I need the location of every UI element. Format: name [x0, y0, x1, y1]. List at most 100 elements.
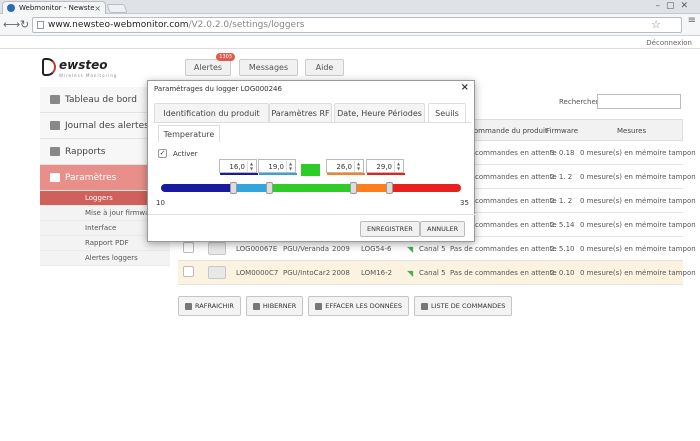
reload-icon[interactable]: ↻ — [20, 18, 29, 31]
nav-messages[interactable]: Messages — [239, 59, 298, 76]
hibernate-icon — [252, 302, 260, 310]
row-mesures: 0 mesure(s) en mémoire tampon — [580, 173, 696, 181]
save-label: ENREGISTRER — [367, 225, 413, 233]
header-divider — [0, 48, 700, 49]
logo-subtitle: Wireless Monitoring — [59, 73, 118, 78]
row-mesures: 0 mesure(s) en mémoire tampon — [580, 269, 696, 277]
home-icon — [50, 95, 60, 104]
tab-identification[interactable]: Identification du produit — [154, 103, 269, 122]
signal-icon: ◥ — [407, 269, 414, 278]
clear-data-button[interactable]: EFFACER LES DONNÉES — [308, 296, 409, 316]
refresh-button[interactable]: RAFRAICHIR — [178, 296, 241, 316]
slider-handle[interactable] — [229, 182, 237, 194]
row-firmware: 2. 1. 2 — [550, 197, 573, 205]
row-checkbox[interactable] — [183, 266, 194, 277]
slider-handle[interactable] — [349, 182, 357, 194]
browser-tab[interactable]: Webmonitor - Newsteo × — [2, 1, 106, 14]
row-model: LOM16-2 — [361, 269, 393, 277]
row-commande: Pas de commandes en attente — [450, 269, 557, 277]
logger-settings-dialog: Paramétrages du logger LOG000246 × Ident… — [147, 80, 476, 242]
tab-date-time[interactable]: Date, Heure Périodes — [334, 103, 425, 122]
row-firmware: 2. 1. 2 — [550, 173, 573, 181]
tab-label: Seuils — [435, 109, 459, 118]
subtab-label: Temperature — [163, 129, 215, 139]
url-host: www.newsteo-webmonitor.com — [48, 20, 189, 30]
row-commande: Pas de commandes en attente — [450, 245, 557, 253]
slider-segment-high — [353, 184, 389, 192]
threshold-color-bar — [259, 173, 297, 175]
cancel-button[interactable]: ANNULER — [420, 221, 466, 237]
action-bar: RAFRAICHIR HIBERNER EFFACER LES DONNÉES … — [178, 296, 513, 316]
ok-range-swatch — [301, 164, 320, 176]
tab-rf-settings[interactable]: Paramètres RF — [269, 103, 332, 122]
threshold-low-low-input[interactable]: 16,0 ▲ ▼ — [219, 159, 258, 175]
newsteo-logo[interactable]: ewsteo Wireless Monitoring — [42, 58, 116, 78]
row-mesures: 0 mesure(s) en mémoire tampon — [580, 245, 696, 253]
bell-icon — [50, 121, 60, 130]
nav-alertes[interactable]: Alertes 1303 — [185, 53, 235, 76]
forward-icon[interactable]: → — [11, 18, 20, 31]
row-id: LOM0000C7 — [236, 269, 279, 277]
spinner-arrows-icon[interactable]: ▲ ▼ — [286, 161, 294, 172]
row-name: PGU/Veranda — [283, 245, 330, 253]
spinner-arrows-icon[interactable]: ▲ ▼ — [354, 161, 362, 172]
subtab-temperature[interactable]: Temperature — [158, 125, 220, 142]
search-label: Rechercher: — [559, 98, 601, 106]
close-icon[interactable]: × — [461, 82, 469, 93]
table-row[interactable]: LOM0000C7 PGU/IntoCar2 2008 LOM16-2 ◥ Ca… — [178, 261, 696, 285]
sidebar-item-label: Paramètres — [65, 172, 117, 183]
threshold-color-bar — [220, 173, 258, 175]
browser-menu-icon[interactable]: ≡ — [688, 15, 696, 26]
threshold-color-bar — [367, 173, 405, 175]
bookmark-star-icon[interactable]: ☆ — [651, 18, 661, 31]
threshold-value: 26,0 — [336, 163, 352, 171]
col-commande[interactable]: Commande du produit — [469, 127, 548, 135]
hibernate-label: HIBERNER — [262, 302, 297, 310]
threshold-low-input[interactable]: 19,0 ▲ ▼ — [258, 159, 297, 175]
row-year: 2008 — [332, 269, 350, 277]
new-tab-button[interactable] — [106, 4, 128, 13]
tab-label: Identification du produit — [163, 108, 260, 118]
enable-checkbox[interactable]: ✓ — [158, 149, 167, 158]
row-graph-button[interactable] — [208, 242, 226, 255]
command-list-button[interactable]: LISTE DE COMMANDES — [413, 296, 513, 316]
row-graph-button[interactable] — [208, 266, 226, 279]
search-input[interactable] — [597, 94, 681, 109]
sidebar-item-label: Tableau de bord — [65, 94, 137, 105]
threshold-high-input[interactable]: 26,0 ▲ ▼ — [326, 159, 365, 175]
window-controls[interactable]: –▢✕ — [655, 1, 694, 11]
close-tab-icon[interactable]: × — [94, 4, 101, 13]
nav-aide[interactable]: Aide — [305, 59, 344, 76]
slider-handle[interactable] — [265, 182, 273, 194]
row-mesures: 0 mesure(s) en mémoire tampon — [580, 221, 696, 229]
row-id: LOG00067E — [236, 245, 278, 253]
dialog-footer-divider — [148, 214, 476, 215]
logo-mark-icon — [42, 58, 56, 76]
nav-aide-label: Aide — [315, 63, 334, 72]
row-mesures: 0 mesure(s) en mémoire tampon — [580, 197, 696, 205]
row-checkbox[interactable] — [183, 242, 194, 253]
spinner-arrows-icon[interactable]: ▲ ▼ — [394, 161, 402, 172]
spinner-arrows-icon[interactable]: ▲ ▼ — [247, 161, 255, 172]
trash-icon — [315, 302, 323, 310]
logo-text: ewsteo — [59, 58, 108, 72]
col-firmware[interactable]: Firmware — [546, 127, 578, 135]
row-firmware: 2. 5.10 — [550, 245, 575, 253]
hibernate-button[interactable]: HIBERNER — [245, 296, 304, 316]
save-button[interactable]: ENREGISTRER — [360, 221, 420, 237]
refresh-icon — [185, 302, 192, 310]
col-mesures[interactable]: Mesures — [617, 127, 646, 135]
threshold-high-high-input[interactable]: 29,0 ▲ ▼ — [366, 159, 405, 175]
sidebar-subitem-logger-alerts[interactable]: Alertes loggers — [40, 251, 170, 266]
row-firmware: 2. 0.10 — [550, 269, 575, 277]
sidebar-item-label: Rapports — [65, 146, 106, 157]
row-firmware: 2. 5.14 — [550, 221, 575, 229]
slider-handle[interactable] — [385, 182, 393, 194]
tab-thresholds[interactable]: Seuils — [428, 103, 466, 123]
threshold-slider-track[interactable] — [161, 184, 461, 192]
threshold-value: 19,0 — [268, 163, 284, 171]
logout-link[interactable]: Déconnexion — [646, 39, 692, 47]
signal-icon: ◥ — [407, 245, 414, 254]
enable-label: Activer — [173, 150, 198, 158]
address-bar[interactable]: www.newsteo-webmonitor.com /V2.0.2.0/set… — [32, 17, 682, 33]
